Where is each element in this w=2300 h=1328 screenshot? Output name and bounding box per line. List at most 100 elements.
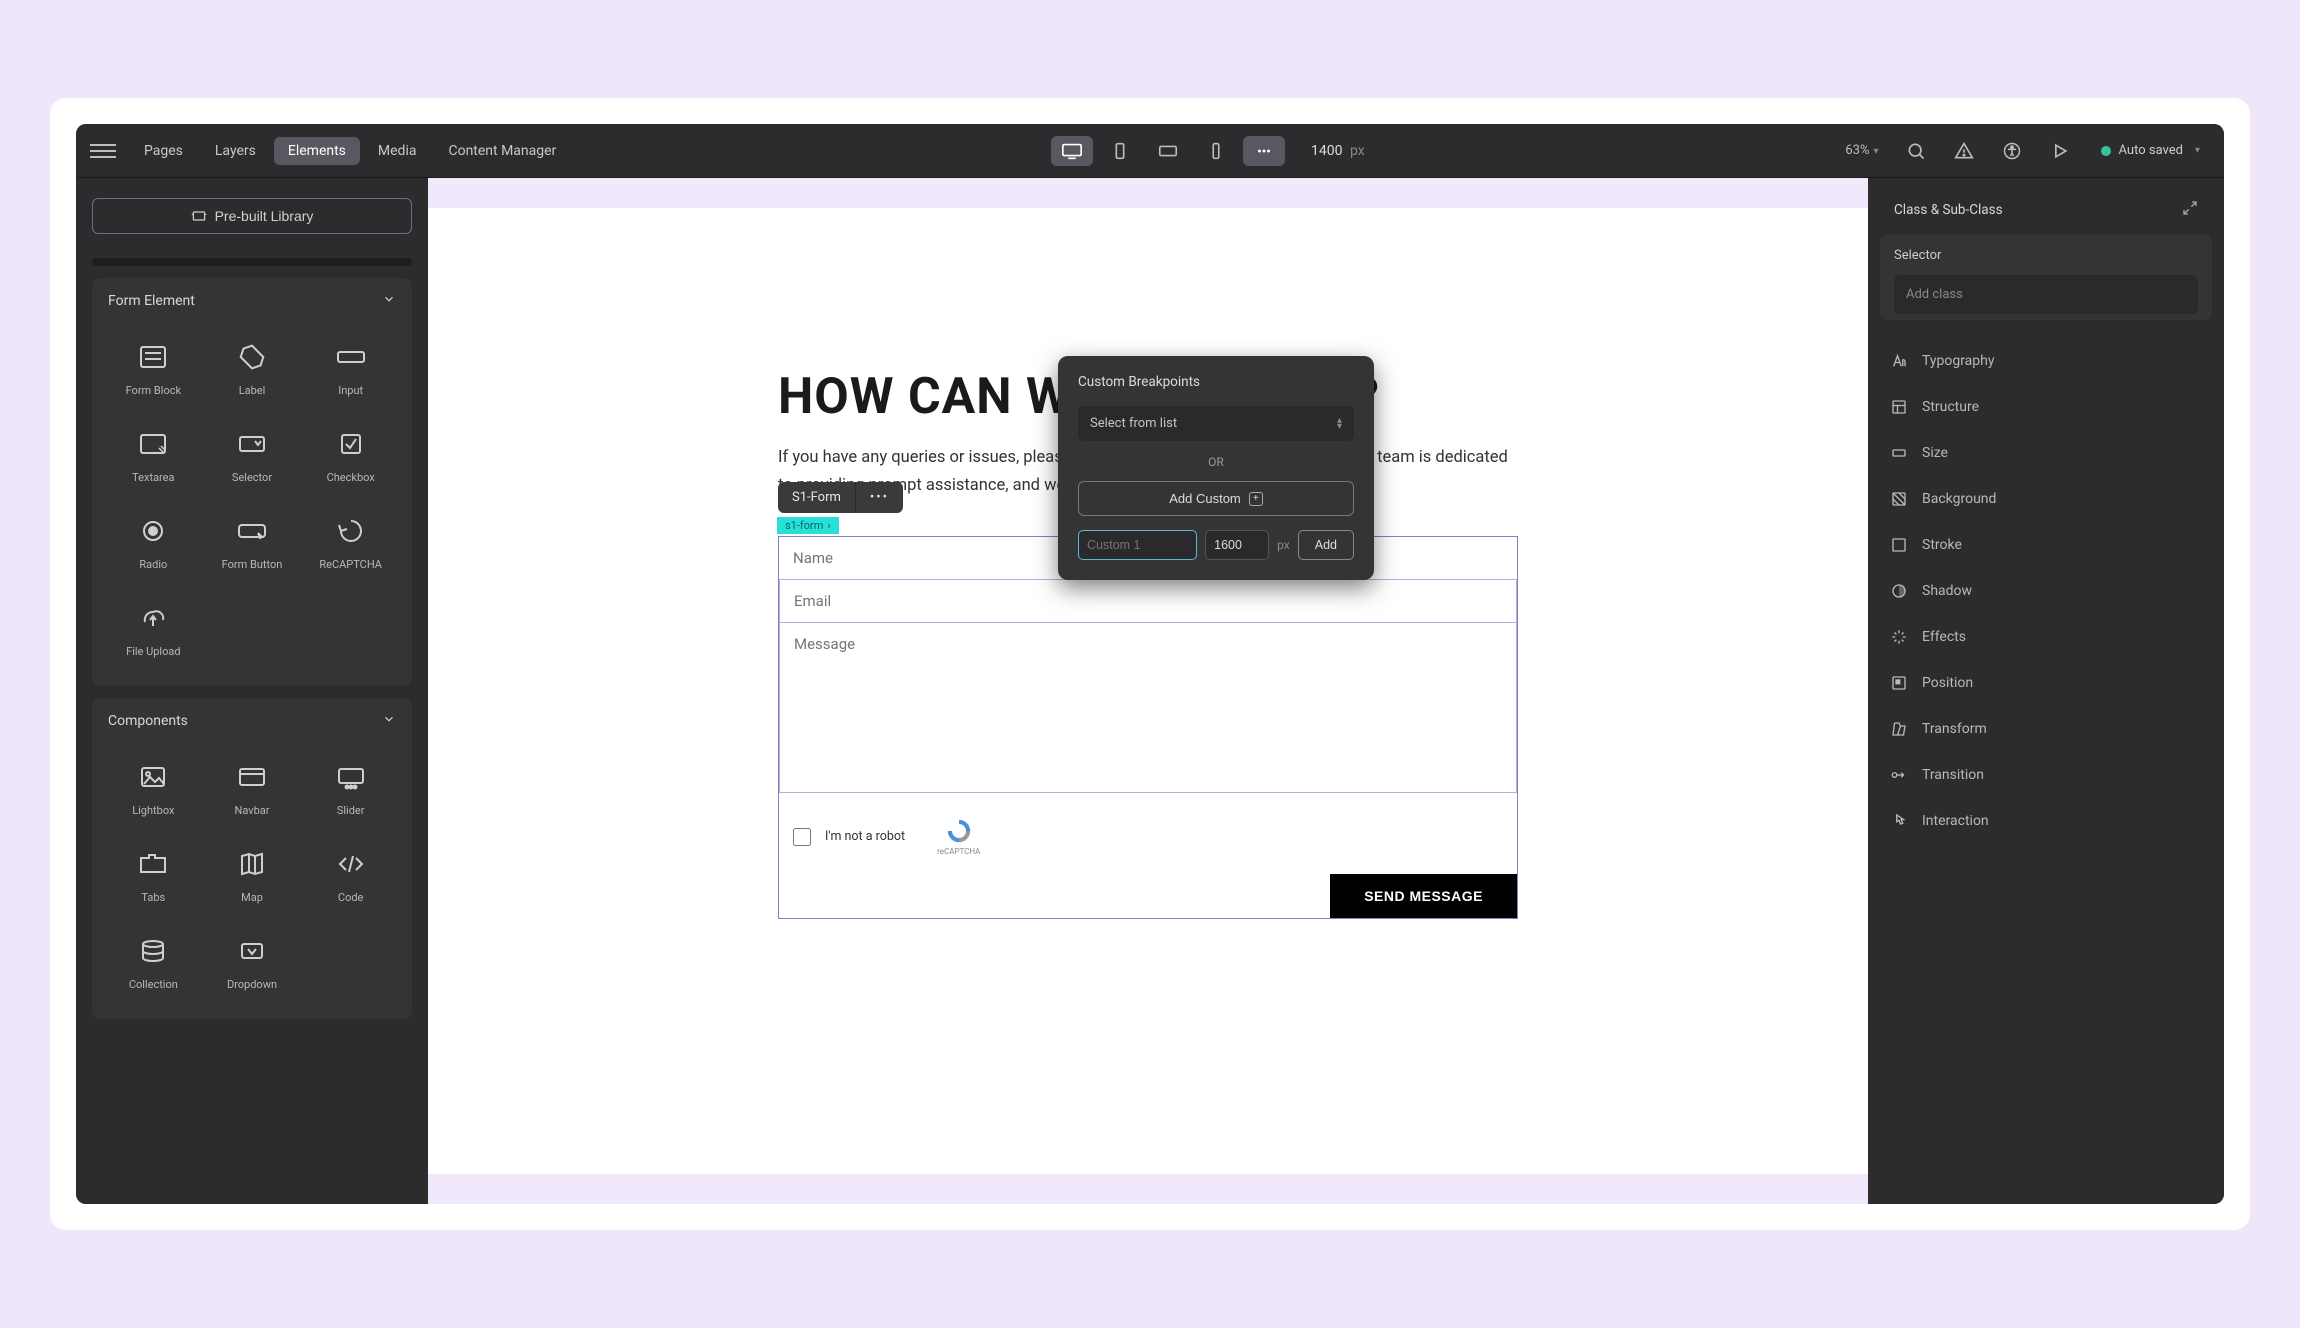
- element-label: Label: [239, 384, 266, 397]
- style-label: Transform: [1922, 721, 1987, 737]
- element-form-button[interactable]: Form Button: [205, 502, 300, 581]
- component-slider[interactable]: Slider: [303, 748, 398, 827]
- style-effects[interactable]: Effects: [1880, 614, 2212, 660]
- component-navbar[interactable]: Navbar: [205, 748, 300, 827]
- zoom-control[interactable]: 63%▾: [1845, 143, 1878, 158]
- recaptcha-checkbox[interactable]: [793, 828, 811, 846]
- prebuilt-library-label: Pre-built Library: [215, 208, 314, 224]
- save-status[interactable]: Auto saved ▾: [2091, 139, 2211, 162]
- scrub-bar[interactable]: [92, 258, 412, 266]
- dropdown-icon: [225, 928, 279, 974]
- email-input[interactable]: [779, 580, 1517, 623]
- form-element-title: Form Element: [108, 293, 195, 309]
- context-chip-more[interactable]: •••: [855, 482, 903, 513]
- style-size[interactable]: Size: [1880, 430, 2212, 476]
- element-label[interactable]: Label: [205, 328, 300, 407]
- style-background[interactable]: Background: [1880, 476, 2212, 522]
- device-tablet-portrait-button[interactable]: [1099, 136, 1141, 166]
- menu-icon[interactable]: [90, 144, 116, 158]
- style-structure[interactable]: Structure: [1880, 384, 2212, 430]
- components-header[interactable]: Components: [92, 698, 412, 744]
- style-position[interactable]: Position: [1880, 660, 2212, 706]
- breakpoint-select[interactable]: Select from list ▴▾: [1078, 406, 1354, 441]
- prebuilt-library-button[interactable]: Pre-built Library: [92, 198, 412, 234]
- canvas-area[interactable]: Custom Breakpoints Select from list ▴▾ O…: [428, 178, 1868, 1204]
- breakpoint-name-input[interactable]: [1078, 530, 1197, 560]
- element-form-block[interactable]: Form Block: [106, 328, 201, 407]
- style-interaction[interactable]: Interaction: [1880, 798, 2212, 844]
- element-radio[interactable]: Radio: [106, 502, 201, 581]
- element-label: Selector: [232, 471, 272, 484]
- component-collection[interactable]: Collection: [106, 922, 201, 1001]
- device-tablet-landscape-button[interactable]: [1147, 136, 1189, 166]
- component-dropdown[interactable]: Dropdown: [205, 922, 300, 1001]
- component-label: Dropdown: [227, 978, 277, 991]
- element-checkbox[interactable]: Checkbox: [303, 415, 398, 494]
- tab-content-manager[interactable]: Content Manager: [434, 137, 570, 165]
- canvas-width-display[interactable]: 1400 px: [1311, 143, 1365, 159]
- add-custom-button[interactable]: Add Custom +: [1078, 481, 1354, 516]
- add-class-input[interactable]: Add class: [1894, 275, 2198, 314]
- component-tabs[interactable]: Tabs: [106, 835, 201, 914]
- context-chip-label[interactable]: S1-Form: [778, 482, 855, 513]
- style-typography[interactable]: Typography: [1880, 338, 2212, 384]
- component-map[interactable]: Map: [205, 835, 300, 914]
- style-transform[interactable]: Transform: [1880, 706, 2212, 752]
- tab-media[interactable]: Media: [364, 137, 431, 165]
- style-label: Typography: [1922, 353, 1994, 369]
- contact-form[interactable]: I'm not a robot reCAPTCHA SEND MESSAGE: [778, 536, 1518, 919]
- style-label: Shadow: [1922, 583, 1972, 599]
- tab-pages[interactable]: Pages: [130, 137, 197, 165]
- chevron-down-icon: [382, 292, 396, 310]
- warning-icon[interactable]: [1947, 134, 1981, 168]
- selector-icon: [225, 421, 279, 467]
- selection-tag[interactable]: s1-form: [777, 517, 839, 534]
- selector-label: Selector: [1894, 248, 2198, 263]
- component-label: Collection: [129, 978, 178, 991]
- component-lightbox[interactable]: Lightbox: [106, 748, 201, 827]
- message-textarea[interactable]: [779, 623, 1517, 793]
- search-icon[interactable]: [1899, 134, 1933, 168]
- element-input[interactable]: Input: [303, 328, 398, 407]
- accessibility-icon[interactable]: [1995, 134, 2029, 168]
- element-file-upload[interactable]: File Upload: [106, 589, 201, 668]
- interaction-icon: [1890, 812, 1908, 830]
- element-selector[interactable]: Selector: [205, 415, 300, 494]
- input-icon: [324, 334, 378, 380]
- form-element-section: Form Element Form Block Label: [92, 278, 412, 686]
- right-panel: Class & Sub-Class Selector Add class Typ…: [1868, 178, 2224, 1204]
- status-dot-icon: [2101, 146, 2111, 156]
- radio-icon: [126, 508, 180, 554]
- px-label: px: [1277, 538, 1290, 552]
- form-element-header[interactable]: Form Element: [92, 278, 412, 324]
- breakpoint-add-button[interactable]: Add: [1298, 530, 1354, 560]
- breakpoint-width-input[interactable]: [1205, 530, 1269, 560]
- component-code[interactable]: Code: [303, 835, 398, 914]
- style-transition[interactable]: Transition: [1880, 752, 2212, 798]
- style-shadow[interactable]: Shadow: [1880, 568, 2212, 614]
- device-phone-button[interactable]: [1195, 136, 1237, 166]
- class-panel-header: Class & Sub-Class: [1880, 190, 2212, 234]
- components-title: Components: [108, 713, 188, 729]
- send-message-button[interactable]: SEND MESSAGE: [1330, 874, 1517, 918]
- style-stroke[interactable]: Stroke: [1880, 522, 2212, 568]
- tab-layers[interactable]: Layers: [201, 137, 270, 165]
- selector-box: Selector Add class: [1880, 234, 2212, 320]
- element-label: Textarea: [132, 471, 174, 484]
- device-desktop-button[interactable]: [1051, 136, 1093, 166]
- component-label: Slider: [337, 804, 365, 817]
- zoom-value: 63%: [1845, 143, 1869, 158]
- device-more-button[interactable]: [1243, 136, 1285, 166]
- recaptcha-icon: [945, 817, 973, 845]
- tab-elements[interactable]: Elements: [274, 137, 360, 165]
- element-recaptcha[interactable]: ReCAPTCHA: [303, 502, 398, 581]
- canvas-width-value: 1400: [1311, 143, 1342, 159]
- play-icon[interactable]: [2043, 134, 2077, 168]
- style-label: Position: [1922, 675, 1973, 691]
- or-divider: OR: [1078, 455, 1354, 469]
- recaptcha-widget: I'm not a robot reCAPTCHA: [779, 797, 1517, 874]
- element-textarea[interactable]: Textarea: [106, 415, 201, 494]
- recaptcha-label: I'm not a robot: [825, 829, 905, 844]
- element-label: ReCAPTCHA: [319, 558, 382, 571]
- expand-icon[interactable]: [2182, 200, 2198, 220]
